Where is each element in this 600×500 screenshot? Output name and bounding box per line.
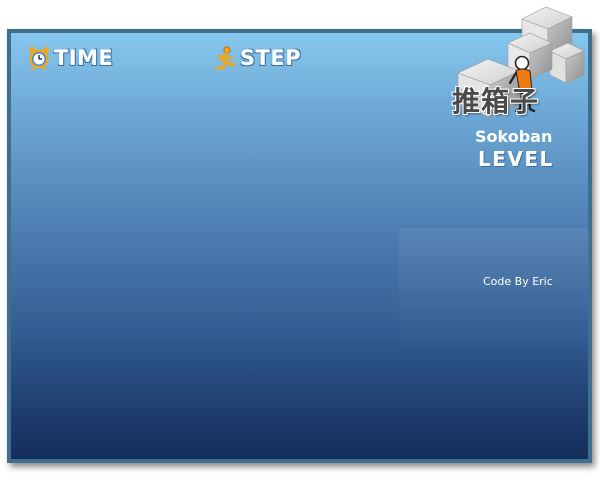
credits-text: Code By Eric	[483, 275, 553, 288]
game-name: Sokoban	[475, 127, 553, 146]
alarm-clock-icon	[29, 47, 49, 70]
time-display: TIME	[27, 44, 113, 72]
time-label: TIME	[54, 45, 114, 70]
logo-text: 推箱子	[452, 85, 540, 118]
running-figure-icon	[215, 46, 236, 70]
level-label: LEVEL	[478, 147, 554, 171]
step-display: STEP	[213, 44, 301, 72]
side-panel-highlight	[399, 228, 589, 358]
step-label: STEP	[240, 45, 302, 70]
